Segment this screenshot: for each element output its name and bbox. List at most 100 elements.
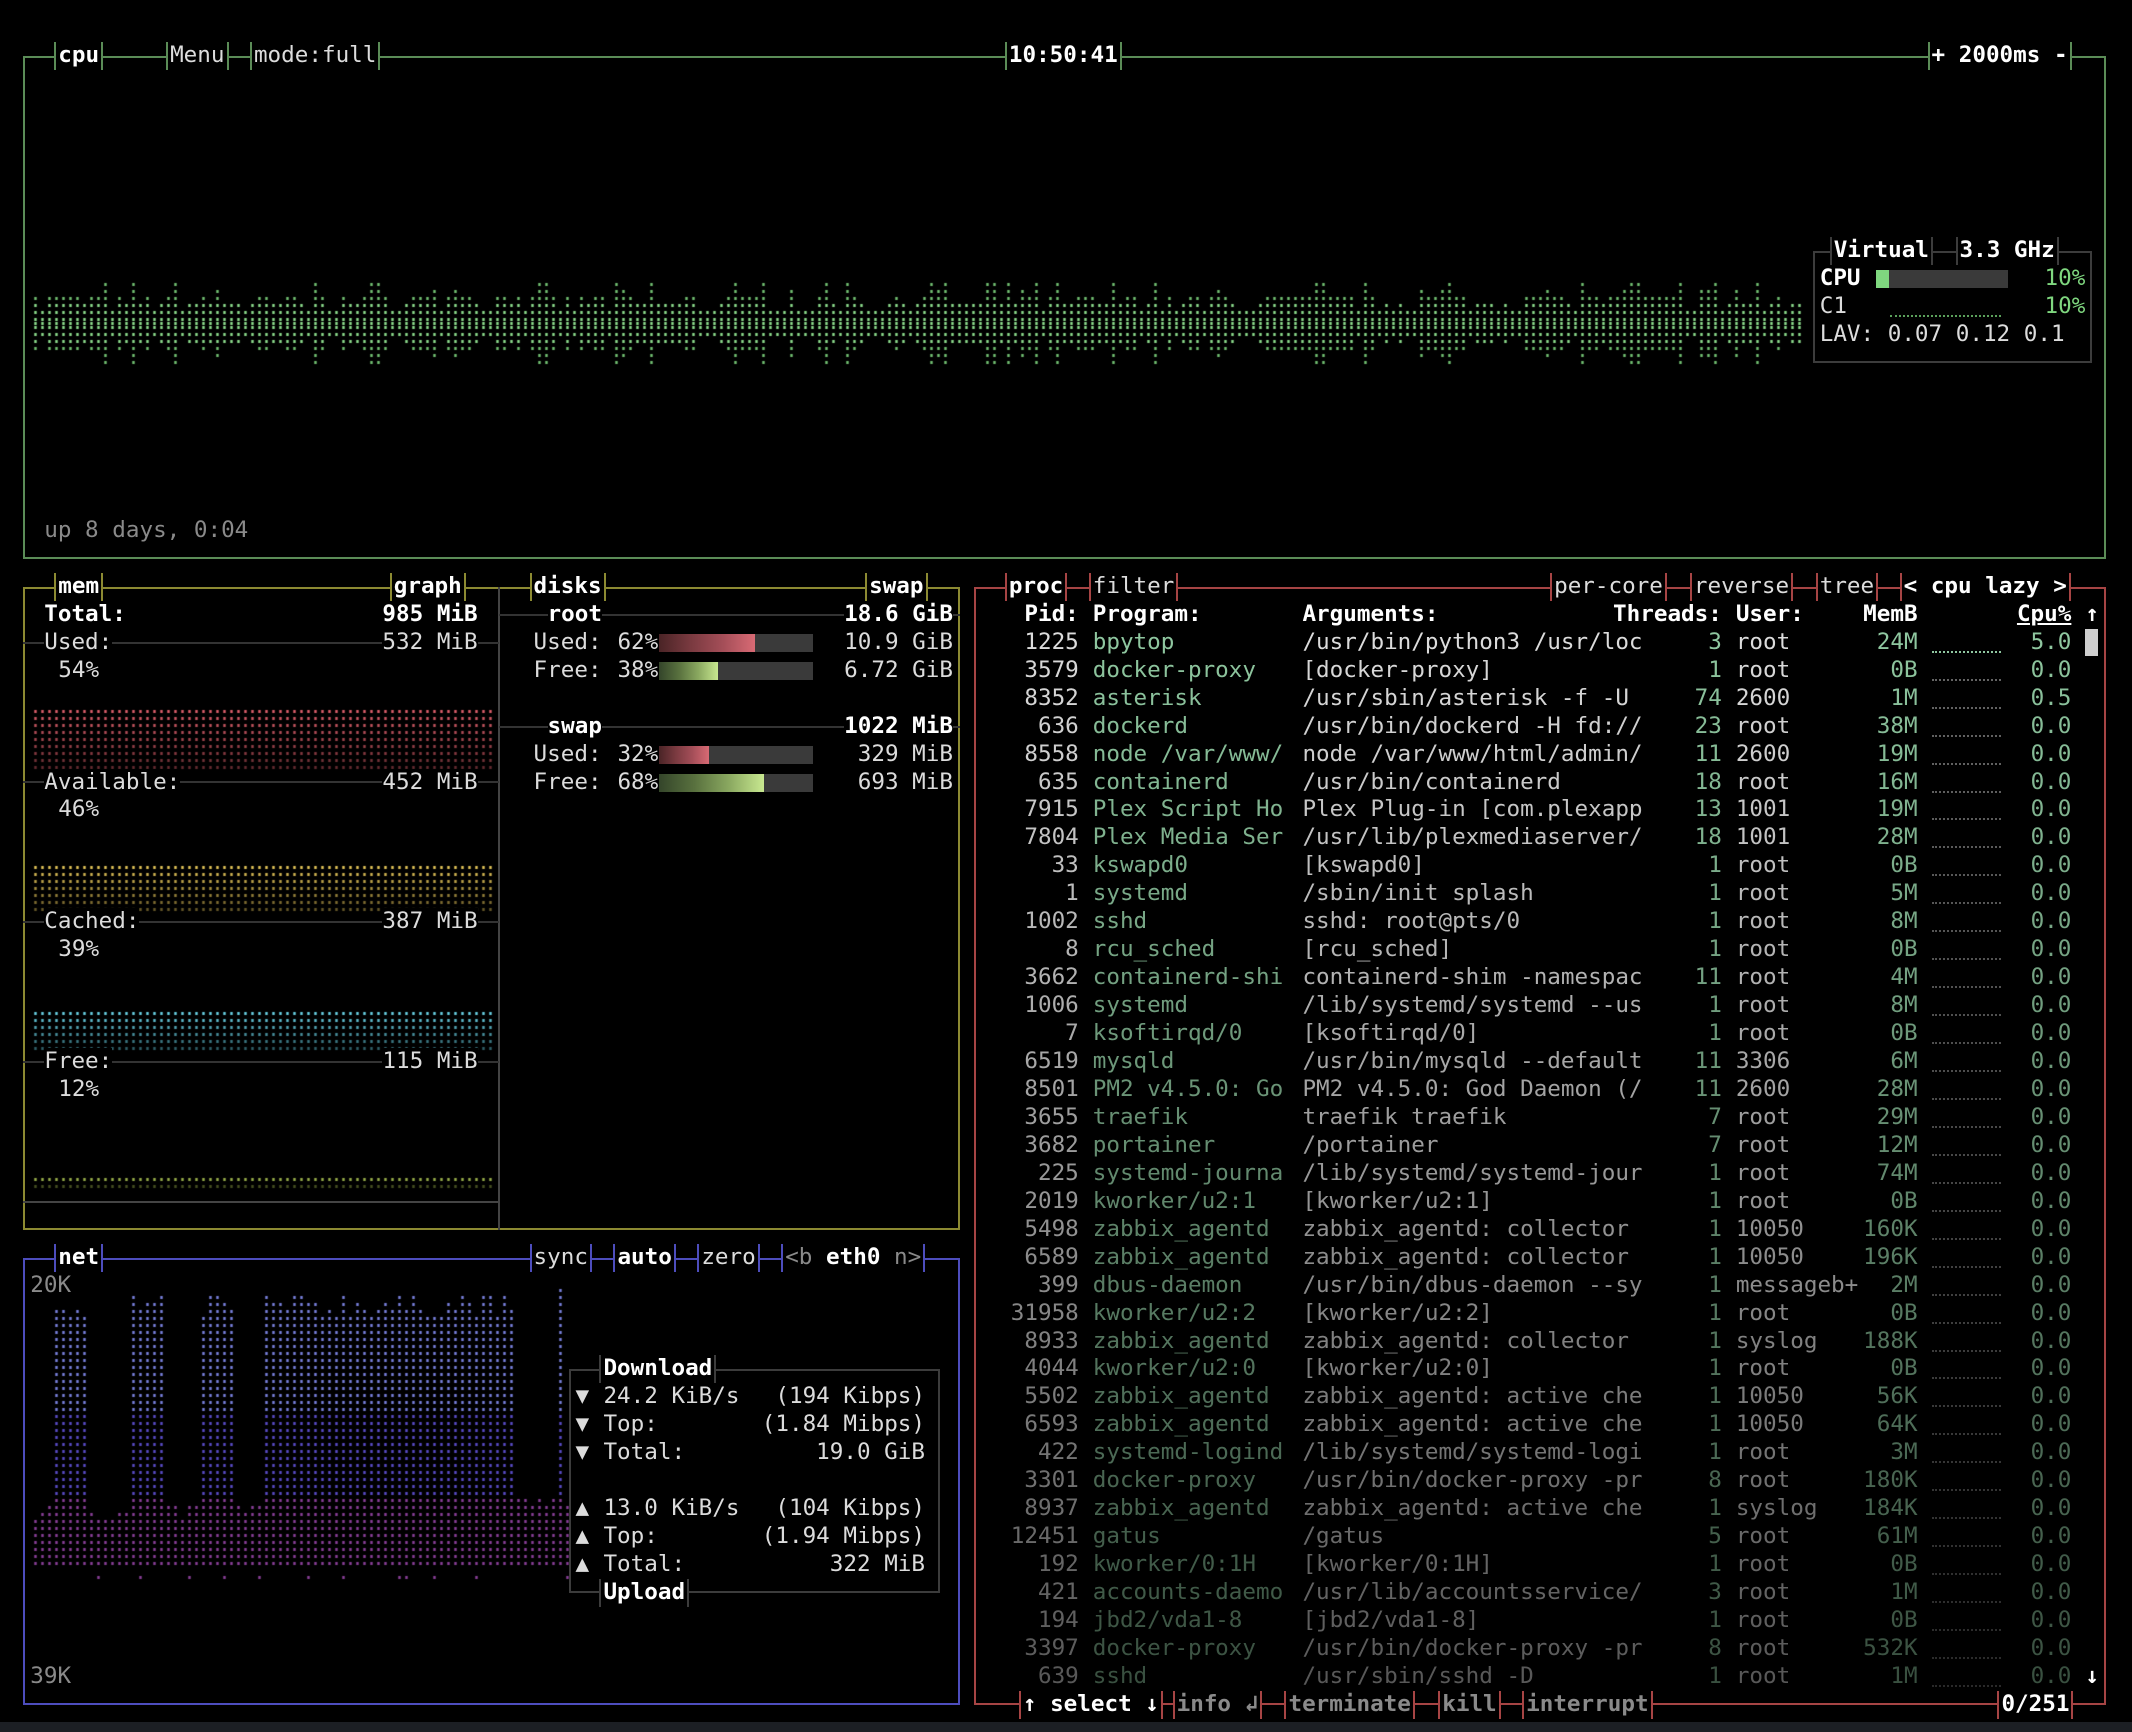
disk-root-used-label: Used: — [533, 628, 602, 655]
scroll-up-arrow-icon[interactable]: ↑ — [2085, 601, 2099, 629]
process-program: zabbix_agentd — [1092, 1327, 1270, 1354]
process-user: root — [1735, 1467, 1791, 1494]
download-top-label: Top: — [603, 1411, 658, 1438]
sort-next-button[interactable]: > — [2053, 573, 2067, 599]
process-pid: 31958 — [1010, 1299, 1079, 1326]
swap-toggle[interactable]: swap — [865, 572, 928, 601]
per-core-toggle[interactable]: per-core — [1550, 572, 1667, 601]
process-threads: 1 — [1708, 1551, 1722, 1578]
disk-root-used-bar — [659, 633, 814, 652]
process-pid: 6589 — [1024, 1243, 1079, 1270]
uptime: up 8 days, 0:04 — [44, 516, 249, 543]
scroll-down-arrow-icon[interactable]: ↓ — [2085, 1663, 2099, 1691]
menu-button[interactable]: Menu — [166, 41, 229, 70]
process-arguments: containerd-shim -namespac — [1302, 964, 1643, 991]
process-memory: 0B — [1890, 1355, 1918, 1382]
tree-toggle[interactable]: tree — [1815, 572, 1879, 601]
process-arguments: zabbix_agentd: active che — [1302, 1411, 1643, 1438]
disk-root-used-percent: 62% — [617, 628, 659, 655]
process-user: 10050 — [1735, 1411, 1804, 1438]
process-user: 10050 — [1735, 1243, 1804, 1270]
process-threads: 3 — [1708, 628, 1722, 655]
mem-border — [23, 586, 960, 1230]
net-interface-selector[interactable]: <b eth0 n> — [781, 1243, 926, 1272]
process-cpu: 0.0 — [2030, 656, 2072, 683]
process-program: rcu_sched — [1092, 936, 1216, 963]
column-threads[interactable]: Threads: — [1613, 601, 1722, 629]
process-cpu: 0.0 — [2030, 1579, 2072, 1606]
select-button[interactable]: ↑ select ↓ — [1018, 1690, 1163, 1719]
process-user: root — [1735, 852, 1791, 879]
net-sync-toggle[interactable]: sync — [529, 1243, 592, 1272]
column-memory[interactable]: MemB — [1863, 601, 1917, 629]
process-arguments: sshd: root@pts/0 — [1302, 908, 1521, 935]
mem-title: mem — [54, 572, 104, 601]
net-zero-toggle[interactable]: zero — [697, 1243, 760, 1272]
mode-toggle[interactable]: mode:full — [249, 41, 381, 70]
update-interval-control[interactable]: + 2000ms - — [1927, 41, 2072, 70]
download-title: Download — [599, 1355, 717, 1384]
process-cpu: 0.0 — [2030, 1355, 2072, 1382]
interrupt-button[interactable]: interrupt — [1522, 1690, 1653, 1719]
process-threads: 11 — [1694, 740, 1722, 767]
sort-prev-button[interactable]: < — [1904, 573, 1918, 599]
process-threads: 11 — [1694, 1075, 1722, 1102]
column-arguments[interactable]: Arguments: — [1302, 601, 1438, 629]
sort-selector[interactable]: < cpu lazy > — [1899, 572, 2071, 601]
column-cpu[interactable]: Cpu% — [2017, 601, 2071, 629]
process-cpu-graph — [1931, 1489, 2002, 1492]
process-pid: 7804 — [1024, 824, 1079, 851]
mem-graph-toggle[interactable]: graph — [389, 572, 466, 601]
proc-filter-input[interactable]: filter — [1088, 572, 1179, 601]
upload-total-value: 322 MiB — [829, 1551, 925, 1578]
prev-interface-button[interactable]: <b — [785, 1244, 812, 1270]
process-program: zabbix_agentd — [1092, 1243, 1270, 1270]
mem-used-label: Used: — [44, 628, 113, 657]
process-cpu: 0.0 — [2030, 1159, 2072, 1186]
column-pid[interactable]: Pid: — [1024, 601, 1078, 629]
process-user: root — [1735, 1607, 1791, 1633]
process-memory: 180K — [1863, 1467, 1918, 1494]
process-arguments: zabbix_agentd: active che — [1302, 1383, 1643, 1410]
next-interface-button[interactable]: n> — [894, 1244, 921, 1270]
process-threads: 3 — [1708, 1579, 1722, 1606]
upload-arrow-icon: ▲ — [575, 1551, 590, 1578]
column-user[interactable]: User: — [1736, 601, 1804, 629]
process-pid: 3682 — [1024, 1131, 1079, 1158]
process-cpu-graph — [1931, 1629, 2002, 1631]
info-button[interactable]: info ↲ — [1172, 1690, 1263, 1719]
kill-button[interactable]: kill — [1438, 1690, 1501, 1719]
process-cpu: 0.0 — [2030, 1411, 2072, 1438]
download-arrow-icon: ▼ — [575, 1383, 590, 1410]
process-program: dockerd — [1092, 712, 1188, 739]
download-top-value: (1.84 Mibps) — [761, 1411, 925, 1438]
upload-top-label: Top: — [603, 1523, 658, 1550]
load-average: LAV: 0.07 0.12 0.1 — [1819, 321, 2065, 348]
column-program[interactable]: Program: — [1093, 601, 1202, 629]
process-arguments: PM2 v4.5.0: God Daemon (/ — [1302, 1075, 1643, 1102]
process-cpu: 0.0 — [2030, 964, 2072, 991]
upload-top-value: (1.94 Mibps) — [761, 1523, 925, 1550]
process-arguments: [docker-proxy] — [1302, 656, 1493, 683]
process-cpu-graph — [1931, 1042, 2002, 1045]
net-auto-toggle[interactable]: auto — [613, 1243, 676, 1272]
process-cpu-graph — [1931, 874, 2002, 877]
process-user: root — [1735, 1020, 1791, 1047]
process-cpu: 0.0 — [2030, 1103, 2072, 1130]
process-arguments: /lib/systemd/systemd-logi — [1302, 1439, 1643, 1466]
core-label: C1 — [1819, 293, 1847, 320]
process-program: sshd — [1092, 1662, 1148, 1689]
terminate-button[interactable]: terminate — [1284, 1690, 1415, 1719]
mem-available-label: Available: — [44, 768, 181, 797]
proc-scrollbar-thumb[interactable] — [2085, 628, 2099, 656]
process-arguments: /usr/bin/dbus-daemon --sy — [1302, 1271, 1643, 1298]
reverse-toggle[interactable]: reverse — [1689, 572, 1794, 601]
net-scale-top: 20K — [30, 1271, 72, 1298]
process-threads: 1 — [1708, 1383, 1722, 1410]
process-threads: 23 — [1694, 712, 1722, 739]
process-pid: 639 — [1037, 1662, 1079, 1689]
disk-swap-used-value: 329 MiB — [857, 740, 953, 767]
process-count: 0/251 — [1997, 1690, 2074, 1719]
process-pid: 12451 — [1010, 1523, 1079, 1550]
process-cpu: 0.0 — [2030, 796, 2072, 823]
